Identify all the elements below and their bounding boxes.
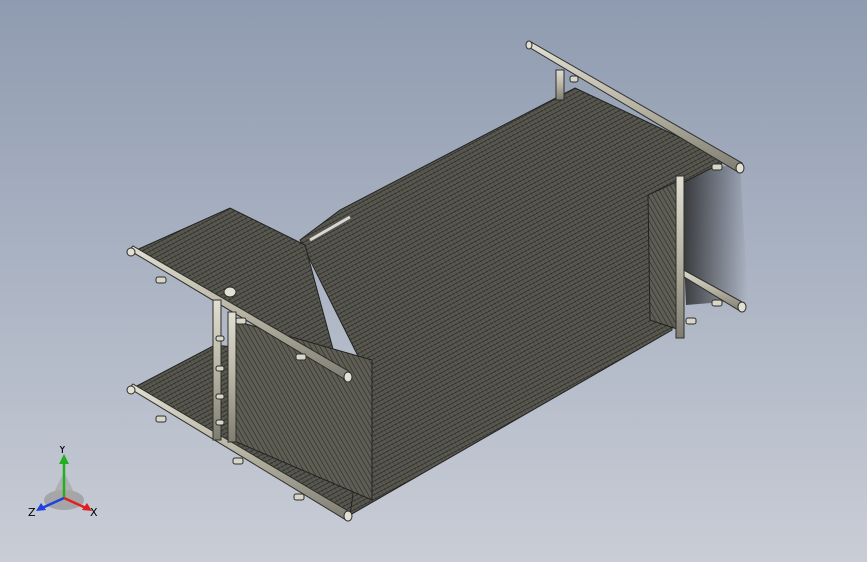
peg (711, 163, 723, 171)
peg (711, 299, 723, 307)
peg (155, 276, 167, 284)
post-front (227, 311, 237, 443)
z-axis-label: Z (28, 506, 36, 519)
mesh-right-panel (647, 179, 681, 331)
peg (155, 415, 167, 423)
x-axis-label: X (90, 506, 98, 519)
peg (569, 75, 579, 83)
post-top (555, 69, 565, 101)
peg (215, 393, 225, 400)
peg (235, 317, 247, 325)
peg (293, 493, 305, 501)
post-right (675, 175, 685, 339)
axis-triad: Y X Z (28, 446, 98, 519)
peg (215, 365, 225, 372)
peg (215, 419, 225, 426)
y-axis-label: Y (58, 446, 66, 456)
peg (685, 317, 697, 325)
model-shadow (680, 165, 748, 305)
graphics-viewport[interactable] (0, 0, 867, 562)
peg (215, 335, 225, 342)
peg (232, 457, 244, 465)
peg (295, 353, 307, 361)
